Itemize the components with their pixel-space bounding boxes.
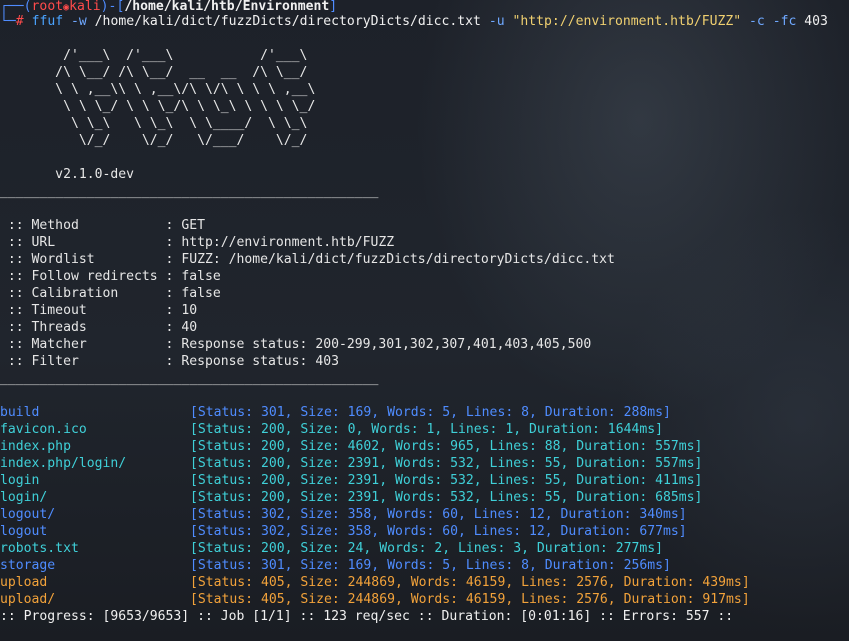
- config-key: :: URL: [0, 235, 166, 250]
- result-path: index.php: [0, 439, 71, 454]
- result-path: login: [0, 473, 40, 488]
- result-row: upload [Status: 405, Size: 244869, Words:…: [0, 574, 750, 591]
- separator-top: ________________________________________…: [0, 184, 379, 199]
- result-path: build: [0, 405, 40, 420]
- config-key: :: Wordlist: [0, 252, 166, 267]
- prompt-close: ]: [329, 0, 338, 14]
- config-value: : false: [165, 269, 221, 284]
- prompt-sep: )-[: [100, 0, 125, 14]
- progress-status-line: :: Progress: [9653/9653] :: Job [1/1] ::…: [0, 609, 734, 624]
- command-line[interactable]: └─# ffuf -w /home/kali/dict/fuzzDicts/di…: [0, 13, 828, 30]
- command-flag-w: -w: [71, 14, 87, 29]
- prompt-corner-bottom: └─: [0, 14, 16, 29]
- result-info: [Status: 200, Size: 4602, Words: 965, Li…: [190, 439, 703, 454]
- prompt-host: kali: [69, 0, 101, 14]
- config-row-threads: :: Threads : 40: [0, 319, 197, 336]
- config-key: :: Filter: [0, 354, 166, 369]
- config-key: :: Calibration: [0, 286, 166, 301]
- config-value: : FUZZ: /home/kali/dict/fuzzDicts/direct…: [165, 252, 615, 267]
- result-row: robots.txt [Status: 200, Size: 24, Words:…: [0, 540, 663, 557]
- prompt-hash: #: [15, 14, 24, 29]
- result-path: robots.txt: [0, 541, 79, 556]
- banner-line: \ \ \_/ \ \ \_/\ \ \_\ \ \ \ \_/: [0, 99, 316, 114]
- result-path: storage: [0, 558, 56, 573]
- command-binary: ffuf: [31, 14, 64, 29]
- config-key: :: Follow redirects: [0, 269, 166, 284]
- config-value: : false: [165, 286, 221, 301]
- banner-line: \ \ ,__\\ \ ,__\/\ \/\ \ \ \ ,__\: [0, 82, 316, 97]
- result-path: logout/: [0, 507, 56, 522]
- prompt-user: root: [31, 0, 64, 14]
- config-row-follow-redirects: :: Follow redirects : false: [0, 268, 221, 285]
- config-value: : Response status: 403: [165, 354, 339, 369]
- result-info: [Status: 302, Size: 358, Words: 60, Line…: [190, 524, 687, 539]
- result-info: [Status: 302, Size: 358, Words: 60, Line…: [190, 507, 687, 522]
- config-key: :: Method: [0, 218, 166, 233]
- result-info: [Status: 405, Size: 244869, Words: 46159…: [190, 592, 750, 607]
- result-row: index.php/login/ [Status: 200, Size: 2391…: [0, 455, 702, 472]
- command-flag-c: -c: [749, 14, 765, 29]
- command-flag-fc: -fc: [772, 14, 797, 29]
- command-url: "http://environment.htb/FUZZ": [512, 14, 742, 29]
- config-key: :: Timeout: [0, 303, 166, 318]
- config-key: :: Matcher: [0, 337, 166, 352]
- command-wordlist: /home/kali/dict/fuzzDicts/directoryDicts…: [94, 14, 481, 29]
- config-row-filter: :: Filter : Response status: 403: [0, 353, 339, 370]
- config-value: : 40: [165, 320, 198, 335]
- config-row-calibration: :: Calibration : false: [0, 285, 221, 302]
- version-label: v2.1.0-dev: [0, 167, 135, 182]
- config-row-url: :: URL : http://environment.htb/FUZZ: [0, 234, 394, 251]
- result-row: storage [Status: 301, Size: 169, Words: 5…: [0, 557, 671, 574]
- prompt-path: /home/kali/htb/Environment: [124, 0, 330, 14]
- result-row: index.php [Status: 200, Size: 4602, Words…: [0, 438, 702, 455]
- terminal-window[interactable]: ┌──(root◉kali)-[/home/kali/htb/Environme…: [0, 0, 849, 641]
- command-flag-u: -u: [488, 14, 505, 29]
- result-path: favicon.ico: [0, 422, 87, 437]
- result-row: build [Status: 301, Size: 169, Words: 5, …: [0, 404, 671, 421]
- result-info: [Status: 200, Size: 24, Words: 2, Lines:…: [190, 541, 663, 556]
- result-path: login/: [0, 490, 48, 505]
- config-row-method: :: Method : GET: [0, 217, 205, 234]
- config-value: : GET: [165, 218, 205, 233]
- result-info: [Status: 301, Size: 169, Words: 5, Lines…: [190, 405, 671, 420]
- result-info: [Status: 301, Size: 169, Words: 5, Lines…: [190, 558, 671, 573]
- result-info: [Status: 200, Size: 2391, Words: 532, Li…: [190, 473, 703, 488]
- banner-line: /'___\ /'___\ /'___\: [0, 48, 308, 63]
- result-row: login/ [Status: 200, Size: 2391, Words: 5…: [0, 489, 702, 506]
- result-row: favicon.ico [Status: 200, Size: 0, Words:…: [0, 421, 663, 438]
- result-row: logout [Status: 302, Size: 358, Words: 60…: [0, 523, 687, 540]
- separator-bottom: ________________________________________…: [0, 371, 379, 386]
- result-info: [Status: 200, Size: 0, Words: 1, Lines: …: [190, 422, 663, 437]
- config-value: : http://environment.htb/FUZZ: [165, 235, 395, 250]
- banner-line: \/_/ \/_/ \/___/ \/_/: [0, 133, 308, 148]
- result-path: upload: [0, 575, 48, 590]
- banner-line: /\ \__/ /\ \__/ __ __ /\ \__/: [0, 65, 308, 80]
- result-row: login [Status: 200, Size: 2391, Words: 53…: [0, 472, 702, 489]
- result-path: index.php/login/: [0, 456, 127, 471]
- command-fc-value: 403: [804, 14, 828, 29]
- config-row-timeout: :: Timeout : 10: [0, 302, 197, 319]
- result-path: upload/: [0, 592, 56, 607]
- config-value: : Response status: 200-299,301,302,307,4…: [165, 337, 592, 352]
- config-value: : 10: [165, 303, 198, 318]
- result-info: [Status: 405, Size: 244869, Words: 46159…: [190, 575, 750, 590]
- prompt-corner-top: ┌──(: [0, 0, 32, 14]
- config-key: :: Threads: [0, 320, 166, 335]
- result-path: logout: [0, 524, 48, 539]
- result-info: [Status: 200, Size: 2391, Words: 532, Li…: [190, 456, 703, 471]
- config-row-wordlist: :: Wordlist : FUZZ: /home/kali/dict/fuzz…: [0, 251, 615, 268]
- config-row-matcher: :: Matcher : Response status: 200-299,30…: [0, 336, 591, 353]
- result-row: upload/ [Status: 405, Size: 244869, Words…: [0, 591, 750, 608]
- result-row: logout/ [Status: 302, Size: 358, Words: 6…: [0, 506, 687, 523]
- banner-line: \ \_\ \ \_\ \ \____/ \ \_\: [0, 116, 308, 131]
- result-info: [Status: 200, Size: 2391, Words: 532, Li…: [190, 490, 703, 505]
